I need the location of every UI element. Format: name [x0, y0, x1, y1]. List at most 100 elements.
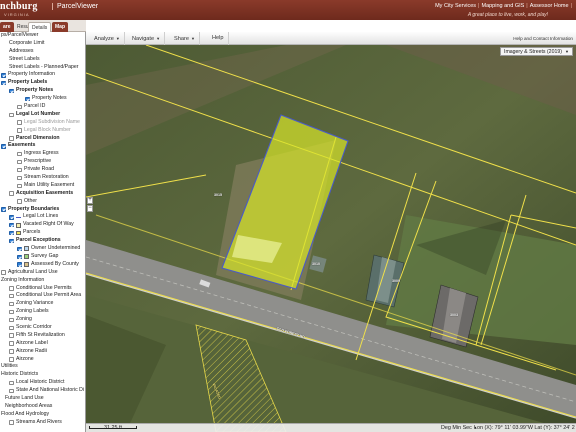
layer-checkbox[interactable] — [17, 128, 22, 133]
layer-checkbox[interactable] — [9, 112, 14, 117]
layer-item[interactable]: Agricultural Land Use — [0, 269, 85, 277]
layer-item[interactable]: Conditional Use Permits — [0, 285, 85, 293]
layer-checkbox[interactable] — [9, 420, 14, 425]
layer-checkbox[interactable] — [9, 357, 14, 362]
layer-checkbox[interactable] — [9, 317, 14, 323]
layer-item[interactable]: Utilities — [0, 363, 85, 371]
share-menu[interactable]: Share ▼ — [170, 32, 200, 45]
layer-item[interactable]: Parcel ID — [0, 103, 85, 111]
layer-checkbox[interactable] — [17, 254, 22, 260]
layer-item[interactable]: Flood And Hydrology — [0, 411, 85, 419]
layer-checkbox[interactable] — [1, 207, 6, 212]
layer-item[interactable]: Legal Block Number — [0, 127, 85, 135]
layer-checkbox[interactable] — [9, 333, 14, 338]
layer-item[interactable]: Legal Subdivision Name — [0, 119, 85, 127]
layer-item[interactable]: Zoning — [0, 316, 85, 324]
layer-item[interactable]: Fifth St Revitalization — [0, 332, 85, 340]
layer-item[interactable]: Prescriptive — [0, 158, 85, 166]
tab-map[interactable]: Map — [52, 22, 68, 32]
layer-item[interactable]: Ingress Egress — [0, 150, 85, 158]
city-logo[interactable]: nchburg — [0, 1, 38, 12]
layer-item[interactable]: Parcels — [0, 229, 85, 237]
layer-item[interactable]: State And National Historic Di — [0, 387, 85, 395]
layer-checkbox[interactable] — [9, 136, 14, 141]
layer-item[interactable]: Legal Lot Number — [0, 111, 85, 119]
layer-item[interactable]: Survey Gap — [0, 253, 85, 261]
layer-item[interactable]: Property Boundaries — [0, 206, 85, 214]
coordinate-format-select[interactable]: Deg Min Sec ▼ — [441, 424, 477, 432]
layer-checkbox[interactable] — [9, 191, 14, 196]
layer-item[interactable]: Legal Lot Lines — [0, 213, 85, 221]
layer-checkbox[interactable] — [1, 80, 6, 86]
layer-item[interactable]: Main Utility Easement — [0, 182, 85, 190]
layer-item[interactable]: Vacated Right Of Way — [0, 221, 85, 229]
layer-checkbox[interactable] — [17, 262, 22, 267]
layer-checkbox[interactable] — [17, 159, 22, 165]
map-view[interactable]: 3010 3009 3003 OLD FOREST RD VACATED 301… — [86, 45, 576, 432]
layer-item[interactable]: Airzone Label — [0, 340, 85, 348]
layer-checkbox[interactable] — [1, 73, 6, 78]
layer-item[interactable]: Easements — [0, 142, 85, 150]
layer-item[interactable]: Property Notes — [0, 95, 85, 103]
navigate-menu[interactable]: Navigate ▼ — [128, 32, 166, 45]
layer-checkbox[interactable] — [17, 151, 22, 157]
my-city-services-link[interactable]: My City Services — [435, 3, 476, 9]
layer-item[interactable]: Streams And Rivers — [0, 419, 85, 427]
layer-checkbox[interactable] — [9, 230, 14, 236]
layer-item[interactable]: Stream Restoration — [0, 174, 85, 182]
layer-item[interactable]: Conditional Use Permit Area — [0, 292, 85, 300]
aerial-map[interactable] — [86, 45, 576, 432]
help-menu[interactable]: Help — [208, 32, 229, 45]
layer-item[interactable]: Airzone Radii — [0, 348, 85, 356]
layer-checkbox[interactable] — [17, 183, 22, 189]
help-contact-link[interactable]: Help and Contact Information — [513, 36, 573, 41]
layer-item[interactable]: Acquisition Easements — [0, 190, 85, 198]
layer-item[interactable]: Property Information — [0, 71, 85, 79]
basemap-select[interactable]: Imagery & Streets (2019) ▼ — [500, 47, 573, 56]
assessor-home-link[interactable]: Assessor Home — [530, 3, 569, 9]
layer-checkbox[interactable] — [17, 120, 22, 125]
layer-item[interactable]: Owner Undetermined — [0, 245, 85, 253]
layer-item[interactable]: Zoning Variance — [0, 300, 85, 308]
layer-checkbox[interactable] — [1, 144, 6, 149]
layer-item[interactable]: Scenic Corridor — [0, 324, 85, 332]
layer-checkbox[interactable] — [17, 167, 22, 173]
layer-checkbox[interactable] — [25, 96, 30, 102]
layer-item[interactable]: Property Notes — [0, 87, 85, 95]
layer-checkbox[interactable] — [17, 246, 22, 252]
mapping-gis-link[interactable]: Mapping and GIS — [481, 3, 524, 9]
tab-details[interactable]: Details — [28, 22, 52, 32]
layer-item[interactable]: Parcel Exceptions — [0, 237, 85, 245]
layer-checkbox[interactable] — [17, 175, 22, 181]
layer-item[interactable]: Airzone — [0, 356, 85, 364]
layer-checkbox[interactable] — [1, 270, 6, 275]
layer-item[interactable]: Corporate Limit — [0, 40, 85, 48]
layer-item[interactable]: Parcel Dimension — [0, 135, 85, 143]
layer-checkbox[interactable] — [17, 199, 22, 204]
layer-checkbox[interactable] — [9, 286, 14, 291]
layer-checkbox[interactable] — [9, 88, 14, 94]
layer-item[interactable]: Property Labels — [0, 79, 85, 87]
layer-item[interactable]: Addresses — [0, 48, 85, 56]
layer-item[interactable]: Future Land Use — [0, 395, 85, 403]
layer-item[interactable]: Private Road — [0, 166, 85, 174]
layer-checkbox[interactable] — [9, 293, 14, 299]
layer-checkbox[interactable] — [17, 104, 22, 110]
layer-checkbox[interactable] — [9, 309, 14, 315]
layer-checkbox[interactable] — [9, 349, 14, 354]
layer-item[interactable]: Street Labels — [0, 56, 85, 64]
layer-item[interactable]: Zoning Labels — [0, 308, 85, 316]
layer-item[interactable]: Historic Districts — [0, 371, 85, 379]
layer-item[interactable]: Neighborhood Areas — [0, 403, 85, 411]
layer-item[interactable]: Local Historic District — [0, 379, 85, 387]
layer-checkbox[interactable] — [9, 341, 14, 346]
layer-checkbox[interactable] — [9, 388, 14, 394]
layer-checkbox[interactable] — [9, 215, 14, 220]
tab-share[interactable]: are — [0, 22, 14, 32]
layer-checkbox[interactable] — [9, 301, 14, 307]
layer-item[interactable]: ps/ParcelViewer — [0, 32, 85, 40]
layer-item[interactable]: Zoning Information — [0, 277, 85, 285]
layer-checkbox[interactable] — [9, 380, 14, 386]
layer-item[interactable]: Other — [0, 198, 85, 206]
zoom-in-button[interactable]: + — [87, 197, 93, 204]
